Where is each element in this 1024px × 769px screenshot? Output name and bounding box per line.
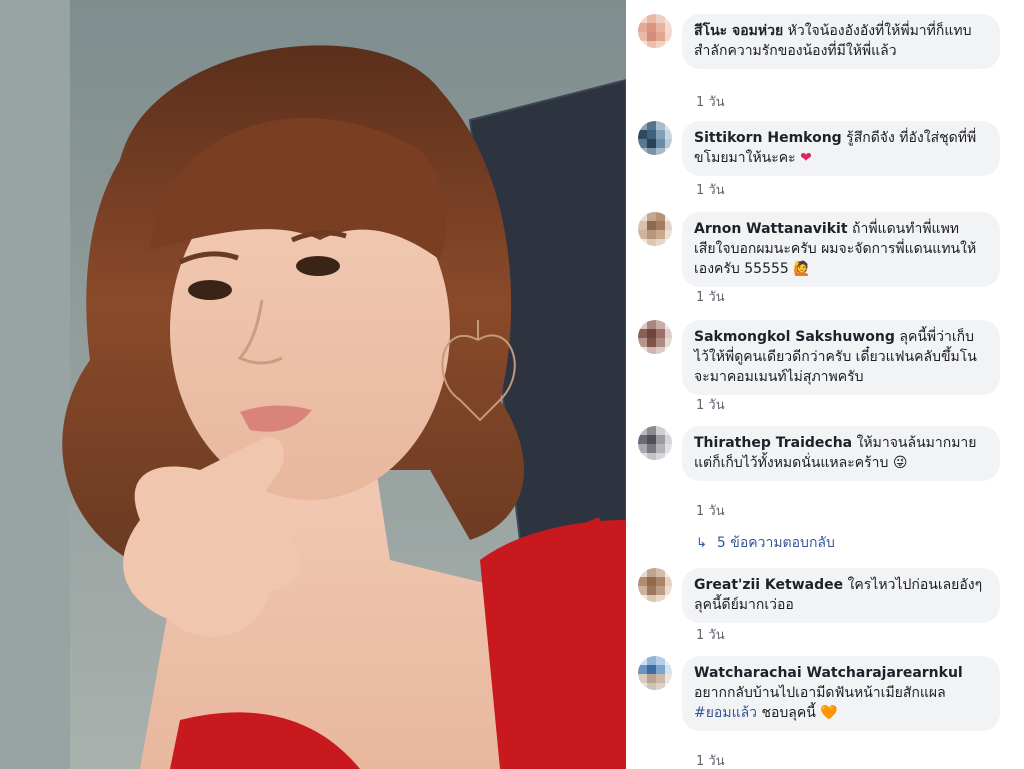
comment-bubble: Arnon Wattanavikit ถ้าพี่แดนทำพี่แพทเสีย… xyxy=(682,212,1000,287)
comments-panel: สีโนะ จอมห่วย หัวใจน้องอังอังที่ให้พี่มา… xyxy=(626,0,1024,769)
comment-text: อยากกลับบ้านไปเอามีดฟันหน้าเมียสักแผล xyxy=(694,685,946,701)
comment-time[interactable]: 1 วัน xyxy=(696,179,725,200)
comment-author[interactable]: Sittikorn Hemkong xyxy=(694,130,842,146)
portrait-illustration xyxy=(0,0,626,769)
comment-bubble: Sittikorn Hemkong รู้สึกดีจัง ที่อังใส่ช… xyxy=(682,121,1000,176)
raising-hand-emoji-icon: 🙋 xyxy=(793,261,811,277)
comment-author[interactable]: Great'zii Ketwadee xyxy=(694,577,843,593)
comment-author[interactable]: Thirathep Traidecha xyxy=(694,435,852,451)
photo[interactable] xyxy=(0,0,626,769)
comment-bubble: Great'zii Ketwadee ใครไหวไปก่อนเลยอังๆ ล… xyxy=(682,568,1000,623)
heart-emoji-icon: ❤ xyxy=(800,150,812,166)
comment-time[interactable]: 1 วัน xyxy=(696,500,725,521)
avatar[interactable] xyxy=(638,426,672,460)
comment-bubble: Watcharachai Watcharajarearnkul อยากกลับ… xyxy=(682,656,1000,731)
comment-author[interactable]: Arnon Wattanavikit xyxy=(694,221,848,237)
comment-time[interactable]: 1 วัน xyxy=(696,286,725,307)
comment-time[interactable]: 1 วัน xyxy=(696,624,725,645)
avatar[interactable] xyxy=(638,320,672,354)
hashtag-link[interactable]: #ยอมแล้ว xyxy=(694,705,757,721)
comment-bubble: Sakmongkol Sakshuwong ลุคนี้พี่ว่าเก็บไว… xyxy=(682,320,1000,395)
replies-label: 5 ข้อความตอบกลับ xyxy=(716,535,835,551)
comment-bubble: สีโนะ จอมห่วย หัวใจน้องอังอังที่ให้พี่มา… xyxy=(682,14,1000,69)
comment-author[interactable]: Sakmongkol Sakshuwong xyxy=(694,329,895,345)
view-replies-link[interactable]: ↳ 5 ข้อความตอบกลับ xyxy=(696,532,835,554)
reply-arrow-icon: ↳ xyxy=(696,536,707,551)
avatar[interactable] xyxy=(638,656,672,690)
comment-author[interactable]: สีโนะ จอมห่วย xyxy=(694,23,783,39)
avatar[interactable] xyxy=(638,212,672,246)
avatar[interactable] xyxy=(638,14,672,48)
comment-time[interactable]: 1 วัน xyxy=(696,750,725,769)
comment-time[interactable]: 1 วัน xyxy=(696,394,725,415)
winking-tongue-emoji-icon: 😜 xyxy=(892,455,908,471)
comment-bubble: Thirathep Traidecha ให้มาจนล้นมากมาย แต่… xyxy=(682,426,1000,481)
comment-time[interactable]: 1 วัน xyxy=(696,91,725,112)
comment-text-2: ชอบลุคนี้ xyxy=(761,705,816,721)
avatar[interactable] xyxy=(638,121,672,155)
comment-author[interactable]: Watcharachai Watcharajarearnkul xyxy=(694,663,988,683)
avatar[interactable] xyxy=(638,568,672,602)
orange-heart-emoji-icon: 🧡 xyxy=(820,705,838,721)
